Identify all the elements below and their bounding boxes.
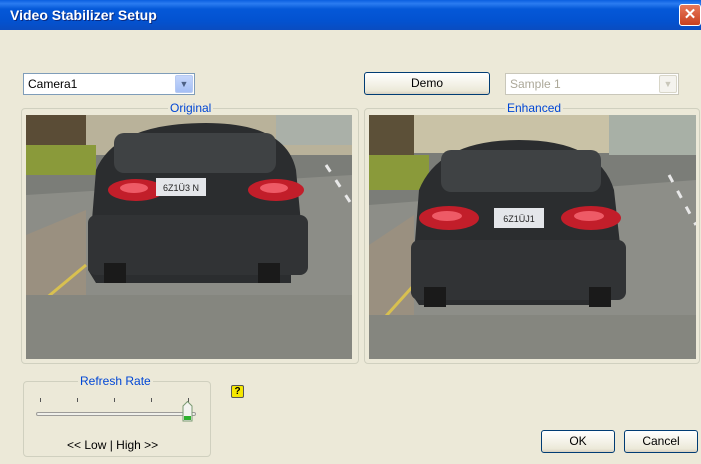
slider-thumb[interactable]	[182, 400, 193, 422]
window-title: Video Stabilizer Setup	[10, 7, 157, 23]
close-button[interactable]: ✕	[679, 4, 701, 26]
refresh-rate-range-label: << Low | High >>	[67, 438, 159, 452]
original-label: Original	[168, 101, 214, 115]
title-bar: Video Stabilizer Setup ✕	[0, 0, 701, 30]
help-icon[interactable]: ?	[231, 385, 244, 398]
close-icon: ✕	[683, 6, 697, 23]
original-video-frame: 6Z1Ü3 N	[26, 115, 352, 359]
slider-tick	[151, 398, 152, 402]
enhanced-plate-text: 6Z1ÜJ1	[503, 214, 535, 224]
cancel-button[interactable]: Cancel	[624, 430, 698, 453]
slider-tick	[40, 398, 41, 402]
camera-select-value: Camera1	[28, 77, 78, 91]
camera-select[interactable]: Camera1 ▼	[23, 73, 195, 95]
chevron-down-icon[interactable]: ▼	[175, 75, 193, 93]
original-plate-text: 6Z1Ü3 N	[163, 183, 199, 193]
refresh-rate-label: Refresh Rate	[78, 374, 153, 388]
slider-tick	[77, 398, 78, 402]
chevron-down-icon: ▼	[659, 75, 677, 93]
sample-select: Sample 1 ▼	[505, 73, 679, 95]
refresh-rate-slider[interactable]	[36, 412, 196, 416]
enhanced-video: 6Z1ÜJ1	[369, 115, 696, 359]
original-video: 6Z1Ü3 N	[26, 115, 352, 359]
demo-button[interactable]: Demo	[364, 72, 490, 95]
enhanced-video-frame: 6Z1ÜJ1	[369, 115, 696, 359]
enhanced-label: Enhanced	[505, 101, 564, 115]
slider-tick	[114, 398, 115, 402]
sample-select-value: Sample 1	[510, 77, 561, 91]
ok-button[interactable]: OK	[541, 430, 615, 453]
